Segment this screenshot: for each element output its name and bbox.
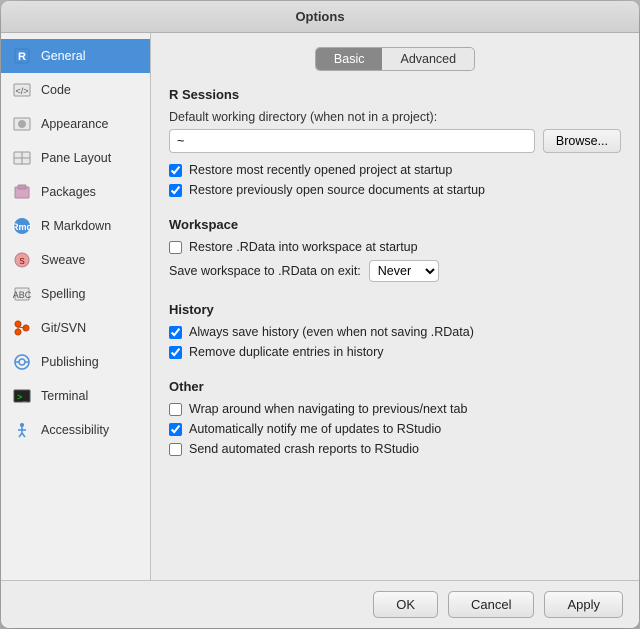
send-crash-row: Send automated crash reports to RStudio bbox=[169, 442, 621, 456]
sidebar-item-packages[interactable]: Packages bbox=[1, 175, 150, 209]
footer: OK Cancel Apply bbox=[1, 580, 639, 628]
r-sessions-title: R Sessions bbox=[169, 87, 621, 102]
spelling-icon: ABC bbox=[11, 283, 33, 305]
restore-docs-checkbox[interactable] bbox=[169, 184, 182, 197]
restore-project-label: Restore most recently opened project at … bbox=[189, 163, 452, 177]
r-sessions-section: R Sessions Default working directory (wh… bbox=[169, 87, 621, 203]
sidebar-item-sweave[interactable]: S Sweave bbox=[1, 243, 150, 277]
apply-button[interactable]: Apply bbox=[544, 591, 623, 618]
r-markdown-icon: Rmd bbox=[11, 215, 33, 237]
sidebar: R General </> Code bbox=[1, 33, 151, 580]
sidebar-label-r-markdown: R Markdown bbox=[41, 219, 111, 233]
title-bar: Options bbox=[1, 1, 639, 33]
tab-basic[interactable]: Basic bbox=[316, 48, 383, 70]
cancel-button[interactable]: Cancel bbox=[448, 591, 534, 618]
window-title: Options bbox=[295, 9, 344, 24]
tab-advanced[interactable]: Advanced bbox=[382, 48, 474, 70]
sidebar-item-pane-layout[interactable]: Pane Layout bbox=[1, 141, 150, 175]
restore-docs-label: Restore previously open source documents… bbox=[189, 183, 485, 197]
restore-project-row: Restore most recently opened project at … bbox=[169, 163, 621, 177]
wrap-label: Wrap around when navigating to previous/… bbox=[189, 402, 467, 416]
options-window: Options R General </> bbox=[1, 1, 639, 628]
browse-button[interactable]: Browse... bbox=[543, 129, 621, 153]
sidebar-label-general: General bbox=[41, 49, 85, 63]
sidebar-item-git-svn[interactable]: Git/SVN bbox=[1, 311, 150, 345]
sidebar-label-spelling: Spelling bbox=[41, 287, 85, 301]
sidebar-label-accessibility: Accessibility bbox=[41, 423, 109, 437]
sidebar-item-code[interactable]: </> Code bbox=[1, 73, 150, 107]
ok-button[interactable]: OK bbox=[373, 591, 438, 618]
wrap-row: Wrap around when navigating to previous/… bbox=[169, 402, 621, 416]
restore-rdata-label: Restore .RData into workspace at startup bbox=[189, 240, 418, 254]
code-icon: </> bbox=[11, 79, 33, 101]
always-save-history-checkbox[interactable] bbox=[169, 326, 182, 339]
other-section: Other Wrap around when navigating to pre… bbox=[169, 379, 621, 462]
svg-text:ABC: ABC bbox=[13, 290, 31, 300]
restore-rdata-checkbox[interactable] bbox=[169, 241, 182, 254]
sidebar-item-accessibility[interactable]: Accessibility bbox=[1, 413, 150, 447]
main-panel: Basic Advanced R Sessions Default workin… bbox=[151, 33, 639, 580]
dir-label: Default working directory (when not in a… bbox=[169, 110, 621, 124]
save-workspace-row: Save workspace to .RData on exit: Never … bbox=[169, 260, 621, 282]
save-workspace-select[interactable]: Never Always Ask bbox=[369, 260, 439, 282]
sidebar-item-spelling[interactable]: ABC Spelling bbox=[1, 277, 150, 311]
sidebar-item-terminal[interactable]: >_ Terminal bbox=[1, 379, 150, 413]
notify-updates-row: Automatically notify me of updates to RS… bbox=[169, 422, 621, 436]
notify-updates-checkbox[interactable] bbox=[169, 423, 182, 436]
accessibility-icon bbox=[11, 419, 33, 441]
svg-text:Rmd: Rmd bbox=[13, 222, 31, 232]
workspace-section: Workspace Restore .RData into workspace … bbox=[169, 217, 621, 288]
sidebar-label-sweave: Sweave bbox=[41, 253, 85, 267]
pane-layout-icon bbox=[11, 147, 33, 169]
appearance-icon bbox=[11, 113, 33, 135]
sidebar-label-publishing: Publishing bbox=[41, 355, 99, 369]
content-area: R General </> Code bbox=[1, 33, 639, 580]
sidebar-label-git-svn: Git/SVN bbox=[41, 321, 86, 335]
history-title: History bbox=[169, 302, 621, 317]
sidebar-label-terminal: Terminal bbox=[41, 389, 88, 403]
workspace-title: Workspace bbox=[169, 217, 621, 232]
dir-row: Browse... bbox=[169, 129, 621, 153]
general-icon: R bbox=[11, 45, 33, 67]
svg-text:S: S bbox=[19, 257, 24, 266]
git-svn-icon bbox=[11, 317, 33, 339]
sidebar-item-general[interactable]: R General bbox=[1, 39, 150, 73]
sidebar-label-packages: Packages bbox=[41, 185, 96, 199]
other-title: Other bbox=[169, 379, 621, 394]
tab-group: Basic Advanced bbox=[315, 47, 475, 71]
wrap-checkbox[interactable] bbox=[169, 403, 182, 416]
remove-duplicates-label: Remove duplicate entries in history bbox=[189, 345, 384, 359]
restore-project-checkbox[interactable] bbox=[169, 164, 182, 177]
always-save-history-row: Always save history (even when not savin… bbox=[169, 325, 621, 339]
sidebar-item-appearance[interactable]: Appearance bbox=[1, 107, 150, 141]
sidebar-label-pane-layout: Pane Layout bbox=[41, 151, 111, 165]
svg-text:</>: </> bbox=[15, 86, 28, 96]
sidebar-label-appearance: Appearance bbox=[41, 117, 108, 131]
sidebar-label-code: Code bbox=[41, 83, 71, 97]
save-workspace-label: Save workspace to .RData on exit: bbox=[169, 264, 361, 278]
notify-updates-label: Automatically notify me of updates to RS… bbox=[189, 422, 441, 436]
terminal-icon: >_ bbox=[11, 385, 33, 407]
send-crash-checkbox[interactable] bbox=[169, 443, 182, 456]
publishing-icon bbox=[11, 351, 33, 373]
remove-duplicates-checkbox[interactable] bbox=[169, 346, 182, 359]
restore-docs-row: Restore previously open source documents… bbox=[169, 183, 621, 197]
always-save-history-label: Always save history (even when not savin… bbox=[189, 325, 474, 339]
remove-duplicates-row: Remove duplicate entries in history bbox=[169, 345, 621, 359]
svg-text:>_: >_ bbox=[17, 392, 28, 402]
send-crash-label: Send automated crash reports to RStudio bbox=[189, 442, 419, 456]
sidebar-item-r-markdown[interactable]: Rmd R Markdown bbox=[1, 209, 150, 243]
sidebar-item-publishing[interactable]: Publishing bbox=[1, 345, 150, 379]
history-section: History Always save history (even when n… bbox=[169, 302, 621, 365]
tab-bar: Basic Advanced bbox=[169, 47, 621, 71]
packages-icon bbox=[11, 181, 33, 203]
dir-input[interactable] bbox=[169, 129, 535, 153]
restore-rdata-row: Restore .RData into workspace at startup bbox=[169, 240, 621, 254]
sweave-icon: S bbox=[11, 249, 33, 271]
svg-text:R: R bbox=[18, 51, 26, 63]
